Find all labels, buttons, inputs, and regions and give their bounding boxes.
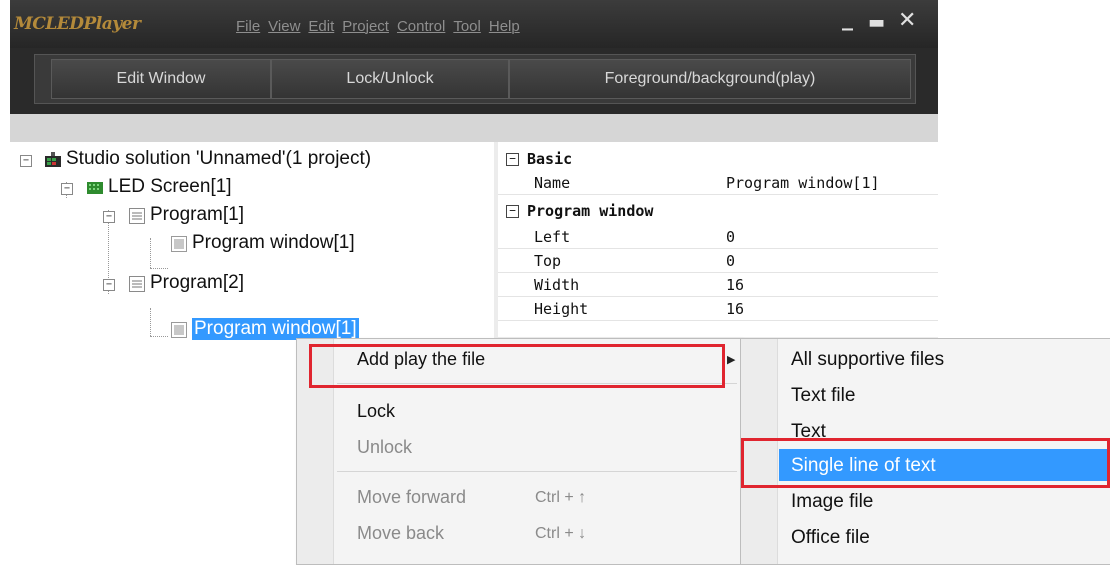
prop-key: Top bbox=[534, 252, 562, 270]
shortcut-move-back: Ctrl + ↓ bbox=[535, 525, 587, 542]
toolbar: Edit Window Lock/Unlock Foreground/backg… bbox=[10, 48, 938, 114]
maximize-button[interactable]: ▬ bbox=[868, 12, 885, 33]
solution-icon bbox=[44, 151, 61, 167]
menu-tool[interactable]: Tool bbox=[453, 18, 481, 35]
prop-section-label: Program window bbox=[527, 202, 654, 220]
toolbar-frame: Edit Window Lock/Unlock Foreground/backg… bbox=[34, 54, 916, 104]
collapse-toggle[interactable]: − bbox=[103, 211, 115, 223]
menu-edit[interactable]: Edit bbox=[308, 18, 334, 35]
submenu-item-image-file[interactable]: Image file bbox=[791, 491, 873, 513]
menu-control[interactable]: Control bbox=[397, 18, 445, 35]
collapse-icon: − bbox=[506, 204, 519, 218]
close-button[interactable]: ✕ bbox=[898, 8, 916, 33]
tree-label-solution: Studio solution 'Unnamed'(1 project) bbox=[66, 148, 372, 169]
prop-value: 16 bbox=[726, 276, 745, 294]
annotation-box-add-play-file bbox=[309, 344, 725, 388]
edit-window-button[interactable]: Edit Window bbox=[51, 59, 271, 99]
tree-item-solution[interactable]: Studio solution 'Unnamed'(1 project) bbox=[44, 148, 371, 170]
tree-label-program-1: Program[1] bbox=[150, 204, 244, 225]
program-window-icon bbox=[170, 235, 187, 252]
prop-row-name[interactable]: Name Program window[1] bbox=[498, 172, 938, 195]
led-screen-icon bbox=[86, 179, 103, 195]
tree-item-program-1[interactable]: Program[1] bbox=[128, 204, 244, 226]
program-icon bbox=[128, 275, 145, 292]
submenu-item-text-file[interactable]: Text file bbox=[791, 385, 855, 407]
tree-line bbox=[150, 238, 151, 268]
prop-row-left[interactable]: Left 0 bbox=[498, 226, 938, 249]
tree-label-program-2: Program[2] bbox=[150, 272, 244, 293]
prop-key: Width bbox=[534, 276, 580, 294]
minimize-button[interactable]: _ bbox=[842, 6, 853, 31]
tree-line bbox=[150, 268, 168, 269]
menu-help[interactable]: Help bbox=[489, 18, 520, 35]
tree-line bbox=[150, 336, 168, 337]
collapse-toggle[interactable]: − bbox=[61, 183, 73, 195]
prop-key: Left bbox=[534, 228, 571, 246]
prop-row-width[interactable]: Width 16 bbox=[498, 274, 938, 297]
prop-row-top[interactable]: Top 0 bbox=[498, 250, 938, 273]
property-grid: − Basic Name Program window[1] − Program… bbox=[498, 142, 938, 337]
app-title: MCLEDPlayer bbox=[14, 14, 141, 34]
collapse-icon: − bbox=[506, 152, 519, 166]
tree-label-program-window-selected: Program window[1] bbox=[192, 318, 359, 340]
annotation-box-single-line-text bbox=[741, 438, 1110, 488]
shortcut-move-forward: Ctrl + ↑ bbox=[535, 489, 587, 506]
tree-item-led-screen[interactable]: LED Screen[1] bbox=[86, 176, 232, 198]
prop-key: Height bbox=[534, 300, 589, 318]
prop-value: Program window[1] bbox=[726, 174, 880, 192]
menu-item-unlock[interactable]: Unlock bbox=[357, 437, 412, 458]
menu-view[interactable]: View bbox=[268, 18, 300, 35]
prop-value: 0 bbox=[726, 252, 736, 270]
menu-project[interactable]: Project bbox=[342, 18, 389, 35]
prop-section-basic[interactable]: − Basic bbox=[498, 148, 938, 170]
tree-item-program-2[interactable]: Program[2] bbox=[128, 272, 244, 294]
submenu-item-all-supportive-files[interactable]: All supportive files bbox=[791, 349, 944, 371]
menu-item-lock[interactable]: Lock bbox=[357, 401, 395, 422]
prop-value: 16 bbox=[726, 300, 745, 318]
tree-item-program-window-selected[interactable]: Program window[1] bbox=[170, 318, 359, 340]
prop-section-program-window[interactable]: − Program window bbox=[498, 200, 938, 222]
menu-file[interactable]: File bbox=[236, 18, 260, 35]
menu-separator bbox=[337, 471, 737, 472]
menu-bar: File View Edit Project Control Tool Help bbox=[236, 18, 520, 35]
tree-line bbox=[150, 308, 151, 336]
pane-header-strip bbox=[10, 114, 938, 142]
submenu-item-office-file[interactable]: Office file bbox=[791, 527, 870, 549]
title-bar: MCLEDPlayer File View Edit Project Contr… bbox=[10, 0, 938, 48]
prop-key: Name bbox=[534, 174, 571, 192]
lock-unlock-button[interactable]: Lock/Unlock bbox=[271, 59, 509, 99]
prop-section-label: Basic bbox=[527, 150, 573, 168]
program-icon bbox=[128, 207, 145, 224]
menu-item-move-back[interactable]: Move back bbox=[357, 523, 444, 544]
submenu-arrow-icon: ▶ bbox=[727, 353, 736, 366]
tree-label-program-window: Program window[1] bbox=[192, 232, 355, 253]
tree-label-led-screen: LED Screen[1] bbox=[108, 176, 232, 197]
collapse-toggle[interactable]: − bbox=[103, 279, 115, 291]
prop-row-height[interactable]: Height 16 bbox=[498, 298, 938, 321]
program-window-icon bbox=[170, 321, 187, 338]
prop-value: 0 bbox=[726, 228, 736, 246]
tree-item-program-window[interactable]: Program window[1] bbox=[170, 232, 355, 254]
foreground-background-button[interactable]: Foreground/background(play) bbox=[509, 59, 911, 99]
menu-item-move-forward[interactable]: Move forward bbox=[357, 487, 466, 508]
collapse-toggle[interactable]: − bbox=[20, 155, 32, 167]
